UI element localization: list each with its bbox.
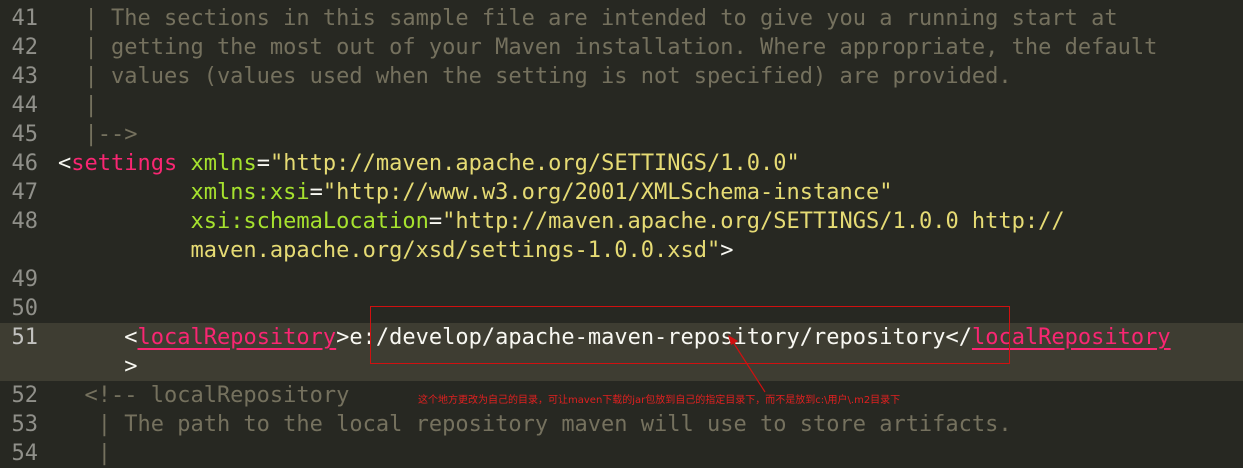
annotation-note: 这个地方更改为自己的目录，可让maven下载的jar包放到自己的指定目录下，而不…	[418, 395, 901, 406]
annotation-arrow-icon	[728, 335, 766, 393]
